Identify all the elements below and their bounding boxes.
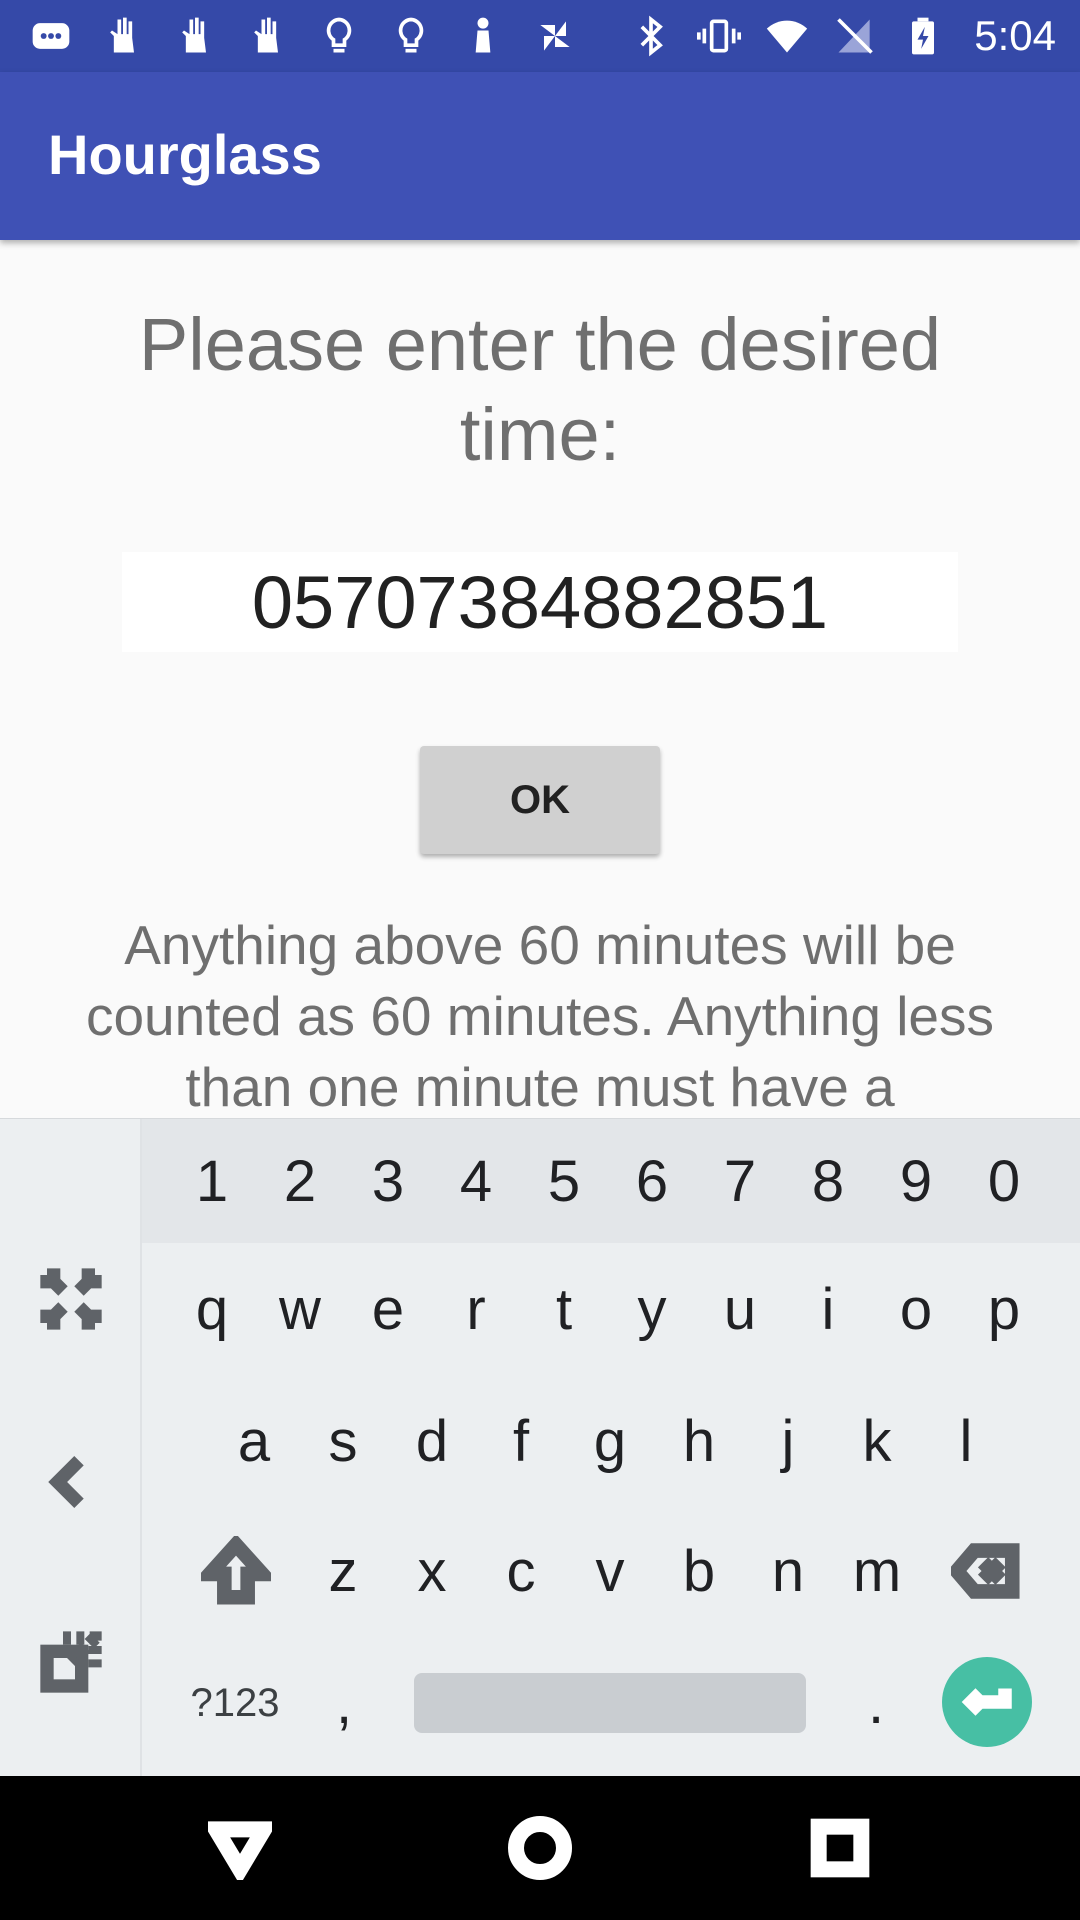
key-s[interactable]: s: [309, 1401, 377, 1481]
navigation-bar: [0, 1776, 1080, 1920]
battery-charging-icon: [900, 13, 946, 59]
key-f[interactable]: f: [487, 1401, 555, 1481]
app-bar: Hourglass: [0, 72, 1080, 240]
recents-square-icon: [810, 1818, 870, 1878]
key-c[interactable]: c: [487, 1531, 555, 1611]
time-prompt: Please enter the desired time:: [138, 303, 942, 476]
key-e[interactable]: e: [354, 1269, 422, 1349]
symbols-key[interactable]: ?123: [180, 1663, 290, 1743]
nav-back-button[interactable]: [204, 1812, 276, 1884]
popout-icon[interactable]: [36, 1627, 106, 1697]
hand-icon: [244, 13, 290, 59]
key-1[interactable]: 1: [178, 1143, 246, 1219]
ok-button[interactable]: OK: [420, 746, 660, 854]
wifi-icon: [764, 13, 810, 59]
bluetooth-icon: [628, 13, 674, 59]
info-text: Anything above 60 minutes will be counte…: [85, 914, 995, 1118]
key-t[interactable]: t: [530, 1269, 598, 1349]
key-7[interactable]: 7: [706, 1143, 774, 1219]
key-0[interactable]: 0: [970, 1143, 1038, 1219]
key-p[interactable]: p: [970, 1269, 1038, 1349]
key-6[interactable]: 6: [618, 1143, 686, 1219]
keyboard-side-panel: [0, 1119, 142, 1777]
time-input[interactable]: [122, 552, 958, 652]
bulb-icon: [388, 13, 434, 59]
key-u[interactable]: u: [706, 1269, 774, 1349]
back-chevron-icon[interactable]: [36, 1447, 106, 1517]
soft-keyboard: 1 2 3 4 5 6 7 8 9 0 q w e r t y u i o p …: [0, 1118, 1080, 1777]
shift-icon: [201, 1536, 271, 1605]
person-icon: [460, 13, 506, 59]
key-g[interactable]: g: [576, 1401, 644, 1481]
screen: 5:04 Hourglass Please enter the desired …: [0, 0, 1080, 1920]
app-title: Hourglass: [48, 123, 322, 186]
nav-recents-button[interactable]: [804, 1812, 876, 1884]
key-r[interactable]: r: [442, 1269, 510, 1349]
key-l[interactable]: l: [932, 1401, 1000, 1481]
pinwheel-icon: [532, 13, 578, 59]
key-k[interactable]: k: [843, 1401, 911, 1481]
bulb-icon: [316, 13, 362, 59]
key-5[interactable]: 5: [530, 1143, 598, 1219]
expand-icon[interactable]: [36, 1264, 106, 1334]
key-q[interactable]: q: [178, 1269, 246, 1349]
key-n[interactable]: n: [754, 1531, 822, 1611]
key-x[interactable]: x: [398, 1531, 466, 1611]
key-8[interactable]: 8: [794, 1143, 862, 1219]
enter-key[interactable]: [942, 1657, 1032, 1747]
key-4[interactable]: 4: [442, 1143, 510, 1219]
key-a[interactable]: a: [220, 1401, 288, 1481]
status-time: 5:04: [974, 12, 1056, 59]
key-h[interactable]: h: [665, 1401, 733, 1481]
nav-home-button[interactable]: [504, 1812, 576, 1884]
key-i[interactable]: i: [794, 1269, 862, 1349]
key-v[interactable]: v: [576, 1531, 644, 1611]
key-d[interactable]: d: [398, 1401, 466, 1481]
key-z[interactable]: z: [309, 1531, 377, 1611]
key-o[interactable]: o: [882, 1269, 950, 1349]
hand-icon: [172, 13, 218, 59]
back-triangle-icon: [208, 1821, 272, 1880]
key-9[interactable]: 9: [882, 1143, 950, 1219]
chat-icon: [28, 13, 74, 59]
space-bar[interactable]: [414, 1673, 806, 1733]
key-3[interactable]: 3: [354, 1143, 422, 1219]
backspace-key[interactable]: [946, 1531, 1026, 1611]
key-j[interactable]: j: [754, 1401, 822, 1481]
no-sim-icon: [832, 13, 878, 59]
key-m[interactable]: m: [843, 1531, 911, 1611]
hand-icon: [100, 13, 146, 59]
backspace-icon: [951, 1543, 1020, 1599]
period-key[interactable]: .: [842, 1663, 910, 1743]
vibrate-icon: [696, 13, 742, 59]
key-w[interactable]: w: [266, 1269, 334, 1349]
key-b[interactable]: b: [665, 1531, 733, 1611]
home-circle-icon: [508, 1816, 572, 1880]
status-bar: 5:04: [0, 0, 1080, 72]
key-y[interactable]: y: [618, 1269, 686, 1349]
key-2[interactable]: 2: [266, 1143, 334, 1219]
shift-key[interactable]: [196, 1531, 276, 1611]
enter-icon: [961, 1688, 1012, 1716]
comma-key[interactable]: ,: [310, 1663, 378, 1743]
